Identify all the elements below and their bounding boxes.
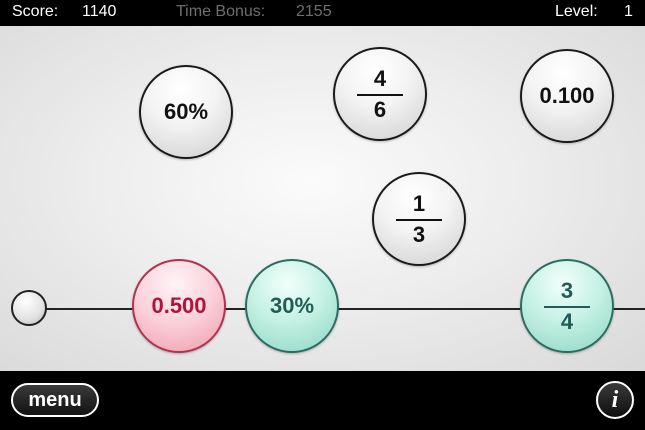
fraction-bar xyxy=(357,93,403,96)
bubble-label: 30% xyxy=(269,293,315,318)
bubble-label: 60% xyxy=(163,99,209,124)
bubble-fraction-4-6[interactable]: 4 6 xyxy=(333,47,427,141)
fraction-numerator: 4 xyxy=(373,65,387,91)
score-label: Score: xyxy=(12,3,59,20)
fraction-denominator: 4 xyxy=(560,308,574,334)
time-bonus-value: 2155 xyxy=(296,3,332,20)
bubble-fraction-3-4[interactable]: 3 4 xyxy=(520,259,614,353)
bubble-decimal-0-100[interactable]: 0.100 xyxy=(520,49,614,143)
fraction: 3 4 xyxy=(544,277,590,334)
fraction-bar xyxy=(544,305,590,308)
level-value: 1 xyxy=(624,3,633,20)
fraction-numerator: 3 xyxy=(560,277,574,303)
bottom-toolbar: menu i xyxy=(0,371,645,430)
menu-button[interactable]: menu xyxy=(11,383,99,417)
bubble-30-percent[interactable]: 30% xyxy=(245,259,339,353)
fraction-bar xyxy=(396,218,442,221)
fraction-denominator: 3 xyxy=(412,221,426,247)
track-start-handle[interactable] xyxy=(11,290,47,326)
bubble-fraction-1-3[interactable]: 1 3 xyxy=(372,172,466,266)
fraction-numerator: 1 xyxy=(412,190,426,216)
bubble-60-percent[interactable]: 60% xyxy=(139,65,233,159)
bubble-decimal-0-500[interactable]: 0.500 xyxy=(132,259,226,353)
time-bonus-label: Time Bonus: xyxy=(176,3,266,20)
fraction: 4 6 xyxy=(357,65,403,122)
fraction-denominator: 6 xyxy=(373,96,387,122)
bubble-label: 0.100 xyxy=(539,83,595,108)
score-value: 1140 xyxy=(82,3,117,20)
hud-bar: Score: 1140 Time Bonus: 2155 Level: 1 xyxy=(0,0,645,26)
level-label: Level: xyxy=(555,3,598,20)
play-area[interactable]: 60% 4 6 0.100 1 3 0.500 30% 3 4 xyxy=(0,26,645,371)
fraction: 1 3 xyxy=(396,190,442,247)
bubble-label: 0.500 xyxy=(151,293,207,318)
info-icon[interactable]: i xyxy=(596,381,634,419)
